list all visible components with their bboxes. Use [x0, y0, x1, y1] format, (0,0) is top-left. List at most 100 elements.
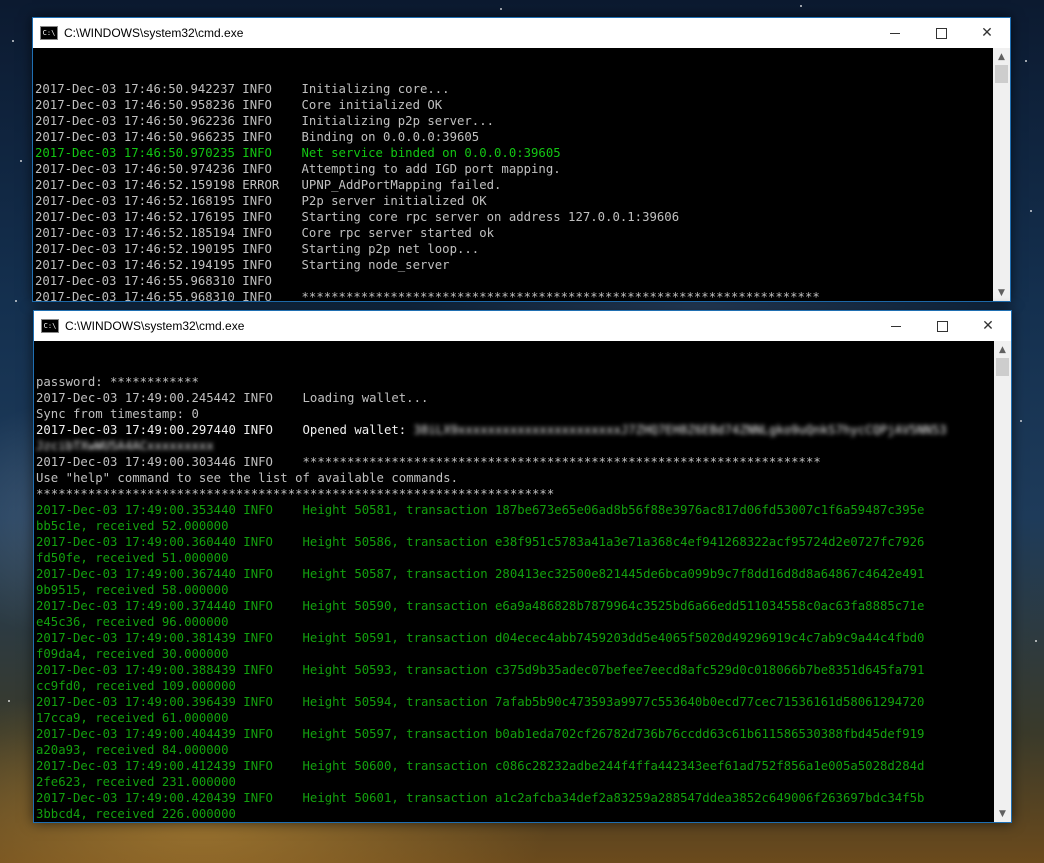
console-output[interactable]: 2017-Dec-03 17:46:50.942237 INFO Initial… — [33, 48, 1010, 301]
window-title: C:\WINDOWS\system32\cmd.exe — [65, 319, 245, 333]
console-line-text: 2017-Dec-03 17:49:00.381439 INFO Height … — [36, 631, 925, 645]
console-line-text: 2017-Dec-03 17:46:52.185194 INFO Core rp… — [35, 226, 495, 240]
cmd-window-server: C:\ C:\WINDOWS\system32\cmd.exe ✕ 2017-D… — [32, 17, 1011, 302]
console-line: 2017-Dec-03 17:46:50.966235 INFO Binding… — [33, 129, 1010, 145]
console-line: 2017-Dec-03 17:46:55.968310 INFO — [33, 273, 1010, 289]
close-button[interactable]: ✕ — [965, 311, 1011, 341]
maximize-button[interactable] — [918, 18, 964, 48]
console-line: 2017-Dec-03 17:49:00.388439 INFO Height … — [34, 662, 1011, 678]
console-line: 2fe623, received 231.000000 — [34, 774, 1011, 790]
console-line: 2017-Dec-03 17:46:50.958236 INFO Core in… — [33, 97, 1010, 113]
console-line: cc9fd0, received 109.000000 — [34, 678, 1011, 694]
console-line-text: f09da4, received 30.000000 — [36, 647, 229, 661]
title-bar[interactable]: C:\ C:\WINDOWS\system32\cmd.exe ✕ — [33, 18, 1010, 48]
minimize-button[interactable] — [872, 18, 918, 48]
console-line: 2017-Dec-03 17:49:00.396439 INFO Height … — [34, 694, 1011, 710]
cmd-window-wallet: C:\ C:\WINDOWS\system32\cmd.exe ✕ passwo… — [33, 310, 1012, 823]
console-line: 2017-Dec-03 17:49:00.420439 INFO Height … — [34, 790, 1011, 806]
redacted-address: 38iLX9xxxxxxxxxxxxxxxxxxxxxxJ7ZHQ7EH8Z6E… — [413, 423, 947, 437]
console-line-text: ****************************************… — [36, 487, 555, 501]
console-line: 2017-Dec-03 17:49:00.412439 INFO Height … — [34, 758, 1011, 774]
console-line: 2017-Dec-03 17:46:55.968310 INFO *******… — [33, 289, 1010, 301]
console-line: password: ************ — [34, 374, 1011, 390]
console-line: 2017-Dec-03 17:46:52.159198 ERROR UPNP_A… — [33, 177, 1010, 193]
console-line-text: 2017-Dec-03 17:46:50.942237 INFO Initial… — [35, 82, 450, 96]
title-bar[interactable]: C:\ C:\WINDOWS\system32\cmd.exe ✕ — [34, 311, 1011, 341]
console-line-text: fd50fe, received 51.000000 — [36, 551, 229, 565]
console-output[interactable]: password: ************ 2017-Dec-03 17:49:… — [34, 341, 1011, 822]
console-line: 2017-Dec-03 17:46:52.168195 INFO P2p ser… — [33, 193, 1010, 209]
console-line: 17cca9, received 61.000000 — [34, 710, 1011, 726]
console-line-text: 2017-Dec-03 17:49:00.360440 INFO Height … — [36, 535, 925, 549]
console-line: Sync from timestamp: 0 — [34, 406, 1011, 422]
console-line: 2017-Dec-03 17:49:00.245442 INFO Loading… — [34, 390, 1011, 406]
console-line-text: 9b9515, received 58.000000 — [36, 583, 229, 597]
maximize-icon — [936, 320, 948, 332]
scroll-down-arrow-icon[interactable]: ▼ — [993, 284, 1010, 301]
close-icon: ✕ — [982, 318, 994, 334]
console-line-text: 2017-Dec-03 17:49:00.404439 INFO Height … — [36, 727, 925, 741]
console-line: Use "help" command to see the list of av… — [34, 470, 1011, 486]
close-icon: ✕ — [981, 25, 993, 41]
console-line-text: bb5c1e, received 52.000000 — [36, 519, 229, 533]
cmd-app-icon: C:\ — [40, 26, 58, 40]
console-line-text: 2017-Dec-03 17:46:52.168195 INFO P2p ser… — [35, 194, 487, 208]
console-line-text: 2017-Dec-03 17:46:52.176195 INFO Startin… — [35, 210, 680, 224]
console-line-text: 2017-Dec-03 17:49:00.412439 INFO Height … — [36, 759, 925, 773]
console-line: 2017-Dec-03 17:46:52.176195 INFO Startin… — [33, 209, 1010, 225]
console-line-text: Sync from timestamp: 0 — [36, 407, 199, 421]
console-line: fd50fe, received 51.000000 — [34, 550, 1011, 566]
console-line: a20a93, received 84.000000 — [34, 742, 1011, 758]
console-line-text: 2017-Dec-03 17:49:00.297440 INFO Opened … — [36, 423, 414, 437]
console-line-text: 2017-Dec-03 17:49:00.388439 INFO Height … — [36, 663, 925, 677]
console-line-text: 2017-Dec-03 17:46:52.194195 INFO Startin… — [35, 258, 450, 272]
vertical-scrollbar[interactable]: ▲ ▼ — [993, 48, 1010, 301]
console-line-text: 3bbcd4, received 226.000000 — [36, 807, 236, 821]
console-line: 9b9515, received 58.000000 — [34, 582, 1011, 598]
scroll-down-arrow-icon[interactable]: ▼ — [994, 805, 1011, 822]
console-line-text: 2017-Dec-03 17:46:55.968310 INFO — [35, 274, 272, 288]
console-line-text: cc9fd0, received 109.000000 — [36, 679, 236, 693]
console-line: JzcibTXwWU5A4ACxxxxxxxxx — [34, 438, 1011, 454]
maximize-button[interactable] — [919, 311, 965, 341]
console-line: e45c36, received 96.000000 — [34, 614, 1011, 630]
console-line-text: 2017-Dec-03 17:46:52.190195 INFO Startin… — [35, 242, 480, 256]
minimize-icon — [891, 325, 901, 327]
scroll-up-arrow-icon[interactable]: ▲ — [994, 341, 1011, 358]
window-title: C:\WINDOWS\system32\cmd.exe — [64, 26, 244, 40]
console-line-text: 2017-Dec-03 17:46:50.970235 INFO Net ser… — [35, 146, 561, 160]
scroll-up-arrow-icon[interactable]: ▲ — [993, 48, 1010, 65]
console-line: 2017-Dec-03 17:46:52.190195 INFO Startin… — [33, 241, 1010, 257]
console-line: 2017-Dec-03 17:46:50.974236 INFO Attempt… — [33, 161, 1010, 177]
console-line-text: e45c36, received 96.000000 — [36, 615, 229, 629]
console-line: f09da4, received 30.000000 — [34, 646, 1011, 662]
console-line: 2017-Dec-03 17:49:00.360440 INFO Height … — [34, 534, 1011, 550]
console-line: 2017-Dec-03 17:46:50.942237 INFO Initial… — [33, 81, 1010, 97]
console-line: bb5c1e, received 52.000000 — [34, 518, 1011, 534]
console-line-text: 2017-Dec-03 17:49:00.396439 INFO Height … — [36, 695, 925, 709]
console-line: 2017-Dec-03 17:46:52.185194 INFO Core rp… — [33, 225, 1010, 241]
scroll-thumb[interactable] — [995, 65, 1008, 83]
console-line-text: 17cca9, received 61.000000 — [36, 711, 229, 725]
console-line-text: 2017-Dec-03 17:46:50.958236 INFO Core in… — [35, 98, 443, 112]
vertical-scrollbar[interactable]: ▲ ▼ — [994, 341, 1011, 822]
console-line-text: 2017-Dec-03 17:46:50.962236 INFO Initial… — [35, 114, 495, 128]
console-line: 2017-Dec-03 17:49:00.303446 INFO *******… — [34, 454, 1011, 470]
console-line: 3bbcd4, received 226.000000 — [34, 806, 1011, 822]
redacted-address: JzcibTXwWU5A4ACxxxxxxxxx — [36, 439, 214, 453]
console-line-text: 2017-Dec-03 17:46:55.968310 INFO *******… — [35, 290, 820, 301]
console-line-text: password: ************ — [36, 375, 199, 389]
scroll-thumb[interactable] — [996, 358, 1009, 376]
console-line-text: Use "help" command to see the list of av… — [36, 471, 458, 485]
minimize-button[interactable] — [873, 311, 919, 341]
console-line-text: 2017-Dec-03 17:49:00.374440 INFO Height … — [36, 599, 925, 613]
close-button[interactable]: ✕ — [964, 18, 1010, 48]
console-line-text: 2017-Dec-03 17:49:00.420439 INFO Height … — [36, 791, 925, 805]
console-line: 2017-Dec-03 17:49:00.367440 INFO Height … — [34, 566, 1011, 582]
minimize-icon — [890, 32, 900, 34]
console-line: 2017-Dec-03 17:46:52.194195 INFO Startin… — [33, 257, 1010, 273]
console-line: 2017-Dec-03 17:49:00.404439 INFO Height … — [34, 726, 1011, 742]
console-line-text: 2fe623, received 231.000000 — [36, 775, 236, 789]
console-line-text: 2017-Dec-03 17:46:50.966235 INFO Binding… — [35, 130, 480, 144]
console-line: 2017-Dec-03 17:46:50.970235 INFO Net ser… — [33, 145, 1010, 161]
